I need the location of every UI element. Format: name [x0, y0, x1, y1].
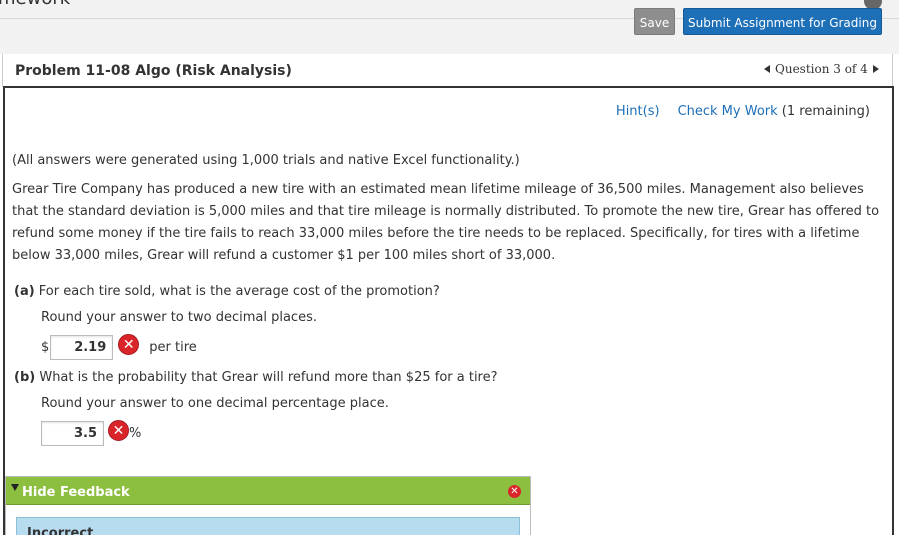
problem-body: Grear Tire Company has produced a new ti…	[12, 182, 880, 263]
hide-feedback-label: Hide Feedback	[22, 485, 130, 500]
feedback-header[interactable]: Hide Feedback ✕	[6, 477, 530, 505]
problem-content: Hint(s) Check My Work (1 remaining) (All…	[3, 86, 894, 535]
remaining-count: (1 remaining)	[781, 104, 870, 119]
problem-title: Problem 11-08 Algo (Risk Analysis)	[15, 63, 292, 79]
close-icon[interactable]: ✕	[508, 485, 521, 498]
app-title: mework	[0, 0, 70, 9]
x-circle-icon: ✕	[118, 334, 140, 355]
x-circle-icon: ✕	[108, 420, 129, 441]
question-nav: Question 3 of 4	[764, 62, 879, 76]
question-counter: Question 3 of 4	[775, 62, 868, 76]
intro-text: (All answers were generated using 1,000 …	[12, 153, 520, 168]
hint-link[interactable]: Hint(s)	[616, 104, 660, 119]
question-b-label: (b)	[14, 370, 36, 385]
feedback-status: Incorrect	[27, 526, 94, 535]
question-b: (b) What is the probability that Grear w…	[14, 370, 498, 385]
answer-b-input[interactable]: 3.5	[41, 421, 104, 446]
top-bar: mework Save Submit Assignment for Gradin…	[0, 0, 899, 54]
save-button[interactable]: Save	[634, 8, 675, 35]
answer-a-suffix: per tire	[149, 340, 197, 355]
question-a: (a) For each tire sold, what is the aver…	[14, 284, 440, 299]
problem-header: Problem 11-08 Algo (Risk Analysis) Quest…	[2, 54, 893, 87]
question-b-round: Round your answer to one decimal percent…	[41, 396, 389, 411]
answer-a-prefix: $	[41, 340, 50, 355]
question-b-text: What is the probability that Grear will …	[39, 370, 498, 385]
answer-b-row: 3.5 ✕ %	[41, 420, 142, 446]
question-a-label: (a)	[14, 284, 35, 299]
answer-a-input[interactable]: 2.19	[50, 335, 114, 360]
question-a-round: Round your answer to two decimal places.	[41, 310, 317, 325]
answer-a-row: $ 2.19 ✕ per tire	[41, 334, 197, 360]
question-a-text: For each tire sold, what is the average …	[38, 284, 440, 299]
answer-b-suffix: %	[129, 426, 142, 441]
check-my-work-link[interactable]: Check My Work	[678, 104, 778, 119]
previous-question-icon[interactable]	[764, 65, 770, 73]
check-my-work: Check My Work (1 remaining)	[678, 104, 870, 119]
problem-tools: Hint(s) Check My Work (1 remaining)	[616, 104, 870, 119]
submit-assignment-button[interactable]: Submit Assignment for Grading	[683, 8, 882, 35]
next-question-icon[interactable]	[872, 65, 879, 73]
collapse-arrow-icon	[11, 484, 19, 491]
feedback-panel: Hide Feedback ✕ Incorrect	[5, 476, 531, 535]
feedback-body: Incorrect	[16, 517, 520, 535]
